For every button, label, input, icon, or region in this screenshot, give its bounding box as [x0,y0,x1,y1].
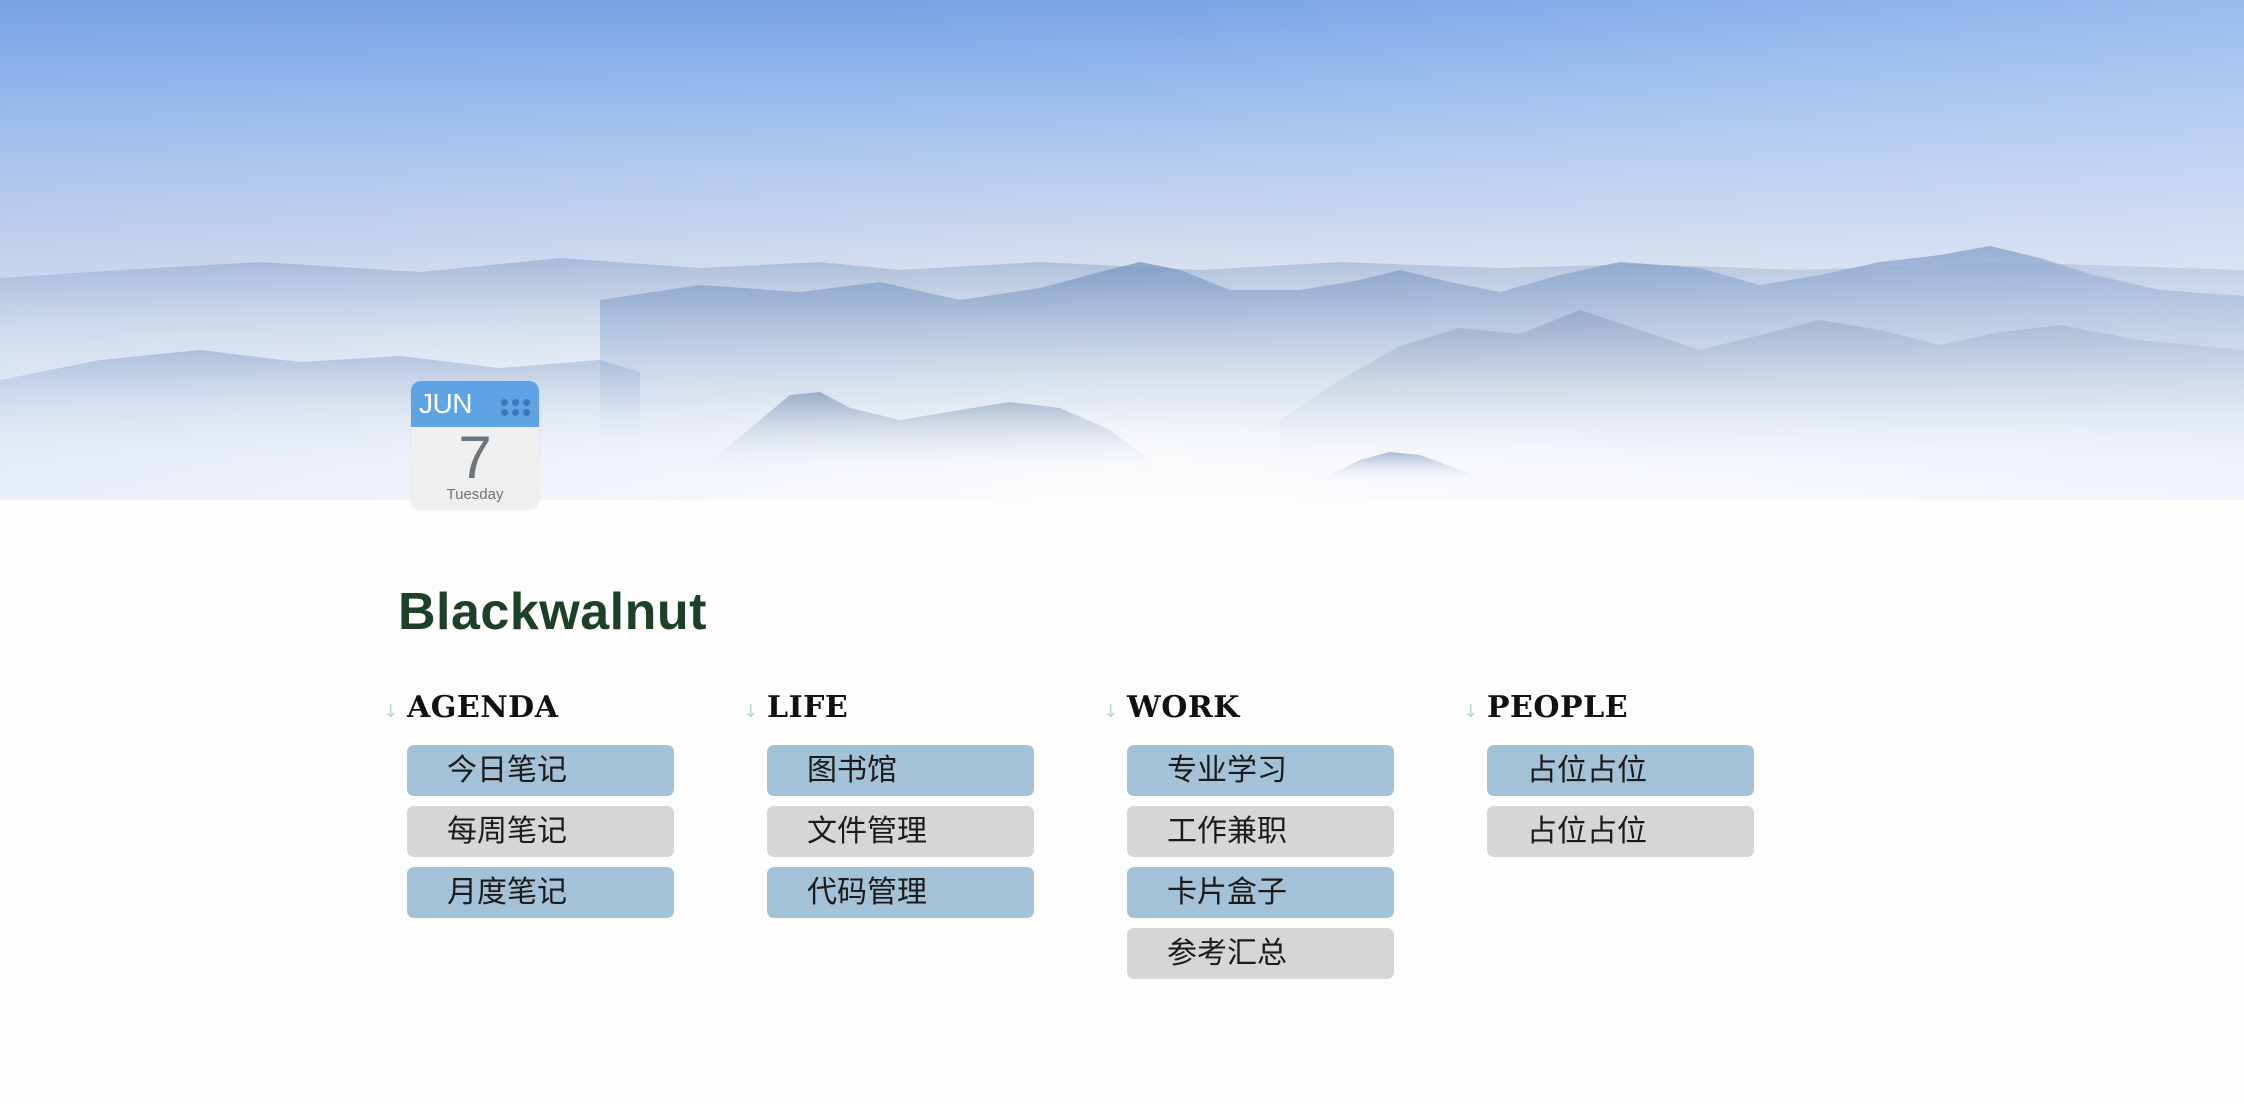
page-title[interactable]: Blackwalnut [398,582,707,642]
section-agenda: ↓ AGENDA 今日笔记 每周笔记 月度笔记 [383,688,687,918]
nav-button-placeholder[interactable]: 占位占位 [1487,806,1754,857]
arrow-down-icon[interactable]: ↓ [383,702,398,722]
button-list: 图书馆 文件管理 代码管理 [767,745,1034,928]
calendar-weekday: Tuesday [446,486,504,503]
cover-image[interactable] [0,0,2244,500]
calendar-month: JUN [419,388,472,419]
nav-button-library[interactable]: 图书馆 [767,745,1034,796]
section-title: LIFE [767,690,849,725]
nav-button-placeholder[interactable]: 占位占位 [1487,745,1754,796]
arrow-down-icon[interactable]: ↓ [743,702,758,722]
section-work: ↓ WORK 专业学习 工作兼职 卡片盒子 参考汇总 [1103,688,1407,979]
section-header[interactable]: ↓ PEOPLE [1463,688,1767,728]
section-header[interactable]: ↓ LIFE [743,688,1047,728]
section-header[interactable]: ↓ WORK [1103,688,1407,728]
nav-button-today-notes[interactable]: 今日笔记 [407,745,674,796]
section-life: ↓ LIFE 图书馆 文件管理 代码管理 [743,688,1047,918]
calendar-day: 7 [458,424,492,491]
section-people: ↓ PEOPLE 占位占位 占位占位 [1463,688,1767,857]
calendar-widget[interactable]: JUN 7 Tuesday [411,381,539,509]
section-title: AGENDA [407,690,559,725]
nav-button-professional-study[interactable]: 专业学习 [1127,745,1394,796]
nav-button-reference-summary[interactable]: 参考汇总 [1127,928,1394,979]
arrow-down-icon[interactable]: ↓ [1463,702,1478,722]
button-list: 今日笔记 每周笔记 月度笔记 [407,745,674,928]
nav-button-monthly-notes[interactable]: 月度笔记 [407,867,674,918]
nav-button-file-management[interactable]: 文件管理 [767,806,1034,857]
nav-button-code-management[interactable]: 代码管理 [767,867,1034,918]
nav-button-part-time-work[interactable]: 工作兼职 [1127,806,1394,857]
arrow-down-icon[interactable]: ↓ [1103,702,1118,722]
nav-button-card-box[interactable]: 卡片盒子 [1127,867,1394,918]
button-list: 占位占位 占位占位 [1487,745,1754,867]
section-title: PEOPLE [1487,690,1629,725]
section-title: WORK [1127,690,1240,725]
button-list: 专业学习 工作兼职 卡片盒子 参考汇总 [1127,745,1394,989]
calendar-header: JUN [411,381,539,427]
section-header[interactable]: ↓ AGENDA [383,688,687,728]
mountain-landscape [0,246,2244,485]
notion-page: JUN 7 Tuesday Blackwalnut ↓ AGENDA 今日笔记 … [0,0,2244,1104]
grid-dots-icon [501,399,531,416]
nav-button-weekly-notes[interactable]: 每周笔记 [407,806,674,857]
